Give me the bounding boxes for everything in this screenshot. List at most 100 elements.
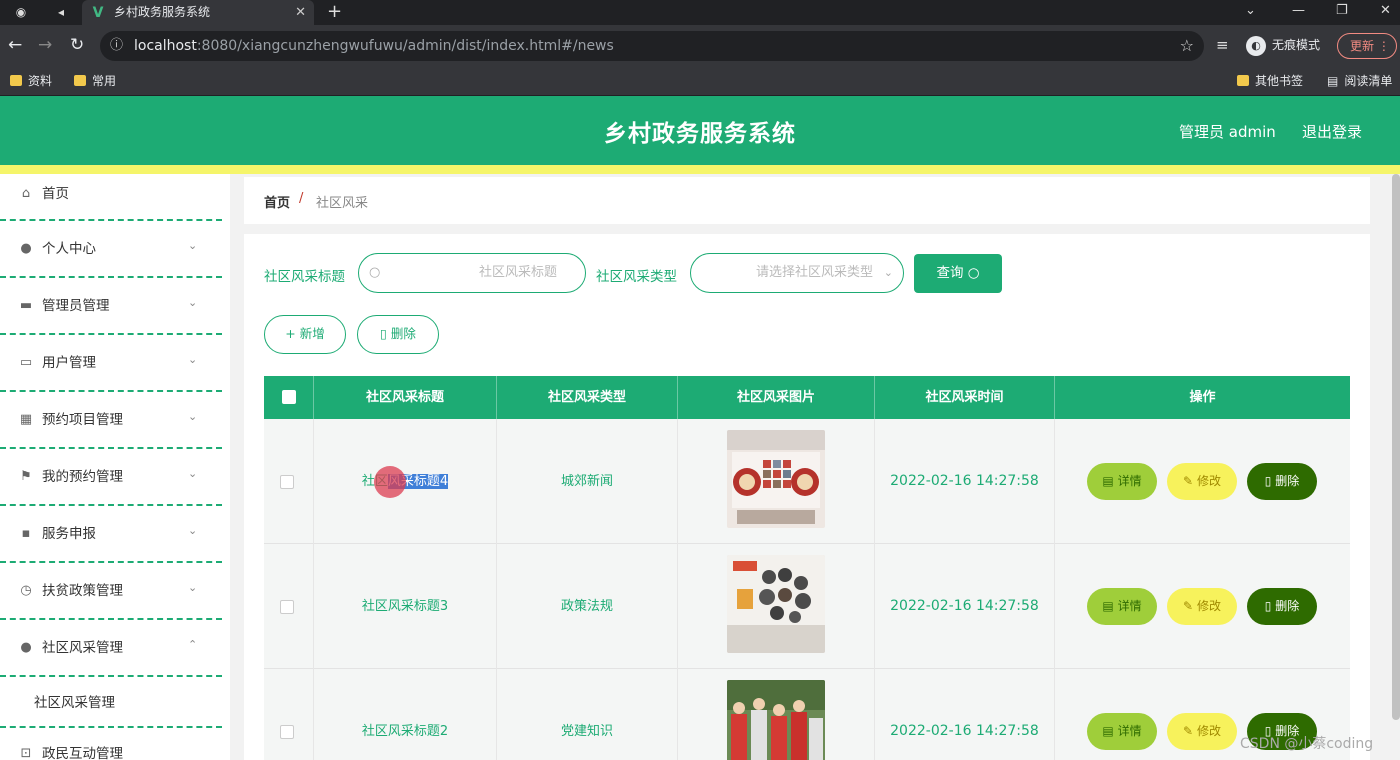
forward-icon[interactable]: → — [38, 35, 52, 55]
document-icon: ▤ — [1102, 474, 1114, 488]
globe-icon[interactable]: ◉ — [12, 3, 30, 21]
incognito-indicator[interactable]: ◐ 无痕模式 — [1246, 35, 1320, 56]
sidebar-item-label: 政民互动管理 — [42, 746, 123, 760]
column-header[interactable]: 社区风采时间 — [875, 376, 1055, 419]
trash-icon: ▯ — [380, 326, 387, 341]
row-checkbox[interactable] — [280, 475, 294, 489]
pencil-icon: ✎ — [1183, 474, 1194, 488]
sidebar-item-label: 扶贫政策管理 — [42, 583, 123, 599]
update-button[interactable]: 更新 ⋮ — [1337, 33, 1397, 59]
community-photo[interactable] — [727, 430, 825, 528]
detail-label: 详情 — [1117, 474, 1142, 488]
delete-button[interactable]: ▯ 删除 — [1247, 463, 1317, 500]
actions-cell: ▤ 详情 ✎ 修改 ▯ 删除 — [1055, 544, 1350, 669]
edit-button[interactable]: ✎ 修改 — [1167, 463, 1237, 500]
bookmark-label: 资料 — [28, 74, 53, 88]
sidebar-subitem-community[interactable]: 社区风采管理 — [0, 676, 222, 728]
edit-button[interactable]: ✎ 修改 — [1167, 588, 1237, 625]
sidebar-item-admins[interactable]: ▬ 管理员管理 ⌄ — [0, 278, 222, 335]
sidebar-item-interaction[interactable]: ⊡ 政民互动管理 — [0, 730, 222, 760]
trash-icon: ▯ — [1264, 599, 1272, 613]
row-checkbox[interactable] — [280, 600, 294, 614]
breadcrumb-separator: / — [299, 191, 304, 206]
watermark: CSDN @小蔡coding — [1240, 736, 1374, 752]
trash-icon: ▯ — [1264, 474, 1272, 488]
sidebar-item-label: 管理员管理 — [42, 298, 110, 314]
select-all-cell — [264, 376, 314, 419]
batch-delete-button[interactable]: ▯ 删除 — [357, 315, 439, 354]
detail-label: 详情 — [1117, 724, 1142, 738]
browser-tabbar: ◉ ◂ V 乡村政务服务系统 ✕ + ⌄ — ❐ ✕ — [0, 0, 1400, 25]
community-photo[interactable] — [727, 555, 825, 653]
detail-button[interactable]: ▤ 详情 — [1087, 588, 1157, 625]
minimize-icon[interactable]: — — [1292, 2, 1305, 20]
column-header[interactable]: 社区风采图片 — [678, 376, 875, 419]
media-list-icon[interactable]: ≡ — [1216, 36, 1229, 54]
edit-button[interactable]: ✎ 修改 — [1167, 713, 1237, 750]
title-placeholder: 社区风采标题 — [478, 265, 557, 280]
plus-icon: + — [285, 326, 296, 341]
sidebar-item-label: 服务申报 — [42, 526, 96, 542]
sidebar-item-profile[interactable]: ● 个人中心 ⌄ — [0, 221, 222, 278]
mute-icon[interactable]: ◂ — [52, 3, 70, 21]
breadcrumb-home[interactable]: 首页 — [264, 192, 290, 211]
actions-cell: ▤ 详情 ✎ 修改 ▯ 删除 — [1055, 419, 1350, 544]
query-button[interactable]: 查询 ○ — [914, 254, 1002, 293]
address-bar[interactable]: ⓘ localhost:8080/xiangcunzhengwufuwu/adm… — [100, 31, 1204, 61]
bookmark-folder[interactable]: 资料 — [10, 72, 52, 90]
bookmark-star-icon[interactable]: ☆ — [1180, 31, 1194, 61]
breadcrumb: 首页 / 社区风采 — [244, 177, 1370, 224]
reload-icon[interactable]: ↻ — [70, 35, 84, 55]
mouse-cursor-highlight — [374, 466, 406, 498]
close-tab-icon[interactable]: ✕ — [295, 0, 306, 25]
window-close-icon[interactable]: ✕ — [1380, 2, 1391, 20]
add-label: 新增 — [299, 326, 325, 341]
bookmark-folder[interactable]: 常用 — [74, 72, 116, 90]
browser-toolbar: ← → ↻ ⓘ localhost:8080/xiangcunzhengwufu… — [0, 25, 1400, 66]
user-icon: ● — [20, 241, 32, 256]
detail-button[interactable]: ▤ 详情 — [1087, 463, 1157, 500]
pencil-icon: ✎ — [1183, 599, 1194, 613]
sidebar-item-policy[interactable]: ◷ 扶贫政策管理 ⌄ — [0, 563, 222, 620]
title-search-input[interactable]: ○ 社区风采标题 — [358, 253, 586, 293]
info-icon[interactable]: ⓘ — [110, 31, 123, 61]
detail-button[interactable]: ▤ 详情 — [1087, 713, 1157, 750]
table-row[interactable]: 社区风采标题3 政策法规 2022-02-16 14:27:58 ▤ 详情 ✎ … — [264, 544, 1350, 669]
community-photo[interactable] — [727, 680, 825, 760]
back-icon[interactable]: ← — [8, 35, 22, 55]
bookmark-label: 常用 — [92, 74, 117, 88]
table-row[interactable]: 社区风采标题2 党建知识 2022-02-16 14:27:58 ▤ 详情 ✎ … — [264, 669, 1350, 760]
tab-search-icon[interactable]: ⌄ — [1245, 2, 1256, 20]
scrollbar-thumb[interactable] — [1392, 174, 1400, 720]
page-scrollbar[interactable] — [1392, 174, 1400, 720]
column-header[interactable]: 社区风采标题 — [314, 376, 497, 419]
sidebar-item-service[interactable]: ▪ 服务申报 ⌄ — [0, 506, 222, 563]
folder-icon — [10, 75, 22, 86]
logout-link[interactable]: 退出登录 — [1302, 121, 1362, 142]
type-select[interactable]: 请选择社区风采类型 ⌄ — [690, 253, 904, 293]
app-header: 乡村政务服务系统 管理员 admin 退出登录 — [0, 96, 1400, 165]
sidebar-item-home[interactable]: ⌂ 首页 — [0, 174, 222, 221]
reading-list[interactable]: ▤ 阅读清单 — [1327, 72, 1392, 90]
sidebar-item-label: 首页 — [42, 186, 69, 202]
column-header[interactable]: 社区风采类型 — [497, 376, 678, 419]
sidebar-item-community[interactable]: ● 社区风采管理 ⌃ — [0, 620, 222, 677]
flag-icon: ⚑ — [20, 469, 32, 484]
other-bookmarks[interactable]: 其他书签 — [1237, 72, 1303, 90]
select-all-checkbox[interactable] — [282, 390, 296, 404]
delete-button[interactable]: ▯ 删除 — [1247, 588, 1317, 625]
header-divider — [0, 165, 1400, 174]
grid-icon: ▦ — [19, 412, 33, 427]
new-tab-icon[interactable]: + — [327, 2, 342, 22]
sidebar-item-my-bookings[interactable]: ⚑ 我的预约管理 ⌄ — [0, 449, 222, 506]
sidebar-item-projects[interactable]: ▦ 预约项目管理 ⌄ — [0, 392, 222, 449]
add-button[interactable]: + 新增 — [264, 315, 346, 354]
table-row[interactable]: 社区风采标题4 城郊新闻 — [264, 419, 1350, 544]
sidebar-item-users[interactable]: ▭ 用户管理 ⌄ — [0, 335, 222, 392]
briefcase-icon: ▬ — [19, 298, 33, 313]
chevron-down-icon: ⌄ — [883, 266, 893, 279]
row-checkbox[interactable] — [280, 725, 294, 739]
browser-tab[interactable]: V 乡村政务服务系统 ✕ — [82, 0, 314, 25]
maximize-icon[interactable]: ❐ — [1336, 2, 1348, 20]
query-label: 查询 — [936, 265, 964, 281]
